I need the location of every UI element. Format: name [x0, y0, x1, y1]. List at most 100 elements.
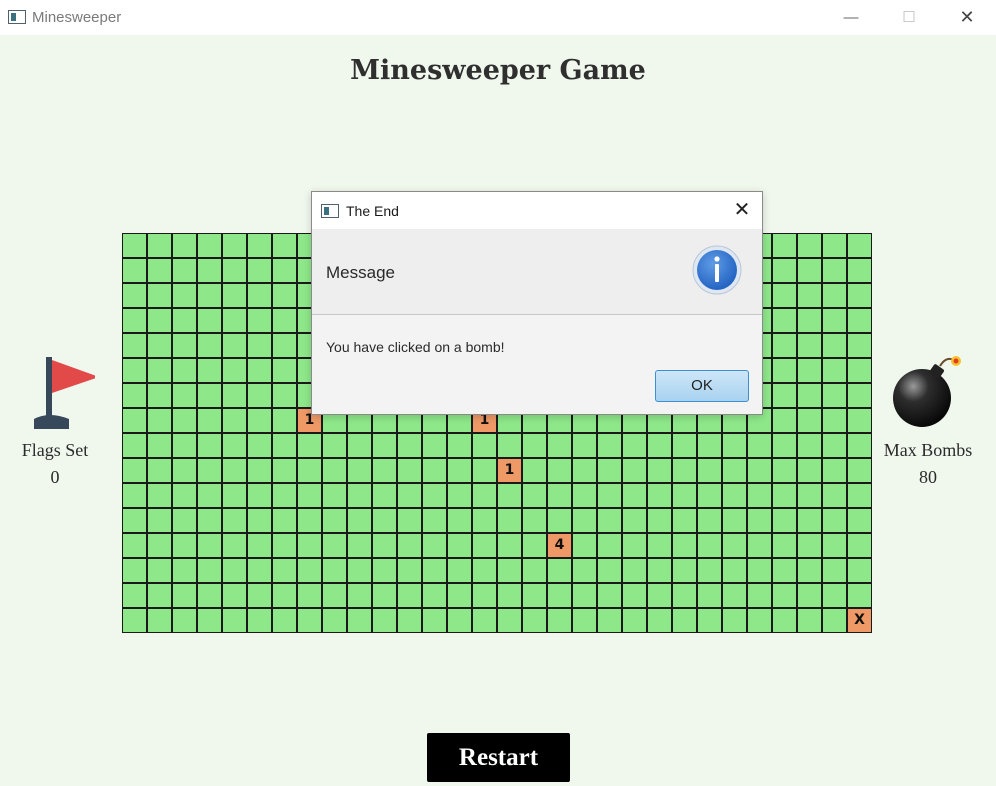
grid-cell[interactable] [772, 383, 797, 408]
grid-cell[interactable] [147, 408, 172, 433]
grid-cell[interactable] [847, 333, 872, 358]
grid-cell[interactable] [847, 483, 872, 508]
grid-cell[interactable] [122, 508, 147, 533]
grid-cell[interactable] [647, 608, 672, 633]
grid-cell[interactable] [272, 308, 297, 333]
grid-cell[interactable] [847, 558, 872, 583]
grid-cell[interactable] [347, 508, 372, 533]
grid-cell[interactable] [122, 433, 147, 458]
grid-cell[interactable] [797, 258, 822, 283]
grid-cell[interactable] [447, 483, 472, 508]
grid-cell[interactable] [722, 483, 747, 508]
grid-cell[interactable] [822, 583, 847, 608]
grid-cell[interactable] [247, 558, 272, 583]
grid-cell[interactable] [247, 458, 272, 483]
grid-cell[interactable] [222, 358, 247, 383]
grid-cell[interactable] [547, 583, 572, 608]
revealed-cell[interactable]: X [847, 608, 872, 633]
grid-cell[interactable] [847, 433, 872, 458]
grid-cell[interactable] [247, 233, 272, 258]
grid-cell[interactable] [572, 533, 597, 558]
grid-cell[interactable] [697, 533, 722, 558]
grid-cell[interactable] [847, 383, 872, 408]
grid-cell[interactable] [697, 483, 722, 508]
grid-cell[interactable] [197, 408, 222, 433]
revealed-cell[interactable]: 4 [547, 533, 572, 558]
grid-cell[interactable] [272, 333, 297, 358]
grid-cell[interactable] [122, 408, 147, 433]
grid-cell[interactable] [847, 508, 872, 533]
ok-button[interactable]: OK [655, 370, 749, 402]
grid-cell[interactable] [122, 383, 147, 408]
grid-cell[interactable] [197, 458, 222, 483]
grid-cell[interactable] [147, 258, 172, 283]
grid-cell[interactable] [322, 458, 347, 483]
grid-cell[interactable] [597, 583, 622, 608]
grid-cell[interactable] [572, 558, 597, 583]
grid-cell[interactable] [247, 608, 272, 633]
grid-cell[interactable] [172, 483, 197, 508]
grid-cell[interactable] [797, 308, 822, 333]
grid-cell[interactable] [347, 608, 372, 633]
grid-cell[interactable] [247, 283, 272, 308]
minimize-button[interactable]: — [822, 0, 880, 35]
grid-cell[interactable] [372, 458, 397, 483]
grid-cell[interactable] [772, 458, 797, 483]
grid-cell[interactable] [247, 308, 272, 333]
grid-cell[interactable] [722, 608, 747, 633]
grid-cell[interactable] [372, 558, 397, 583]
grid-cell[interactable] [797, 383, 822, 408]
grid-cell[interactable] [472, 558, 497, 583]
maximize-button[interactable]: ☐ [880, 0, 938, 35]
grid-cell[interactable] [322, 558, 347, 583]
grid-cell[interactable] [672, 608, 697, 633]
grid-cell[interactable] [222, 258, 247, 283]
grid-cell[interactable] [197, 433, 222, 458]
grid-cell[interactable] [447, 433, 472, 458]
grid-cell[interactable] [697, 608, 722, 633]
grid-cell[interactable] [722, 558, 747, 583]
grid-cell[interactable] [222, 483, 247, 508]
grid-cell[interactable] [772, 508, 797, 533]
grid-cell[interactable] [222, 608, 247, 633]
grid-cell[interactable] [372, 508, 397, 533]
grid-cell[interactable] [122, 483, 147, 508]
grid-cell[interactable] [147, 508, 172, 533]
grid-cell[interactable] [497, 608, 522, 633]
grid-cell[interactable] [697, 458, 722, 483]
grid-cell[interactable] [147, 608, 172, 633]
grid-cell[interactable] [172, 533, 197, 558]
grid-cell[interactable] [572, 608, 597, 633]
grid-cell[interactable] [622, 458, 647, 483]
revealed-cell[interactable]: 1 [497, 458, 522, 483]
grid-cell[interactable] [472, 533, 497, 558]
grid-cell[interactable] [597, 558, 622, 583]
grid-cell[interactable] [422, 433, 447, 458]
grid-cell[interactable] [147, 533, 172, 558]
grid-cell[interactable] [772, 233, 797, 258]
grid-cell[interactable] [497, 558, 522, 583]
grid-cell[interactable] [322, 533, 347, 558]
grid-cell[interactable] [197, 558, 222, 583]
grid-cell[interactable] [297, 458, 322, 483]
grid-cell[interactable] [247, 583, 272, 608]
grid-cell[interactable] [847, 408, 872, 433]
grid-cell[interactable] [372, 608, 397, 633]
grid-cell[interactable] [197, 233, 222, 258]
grid-cell[interactable] [322, 608, 347, 633]
grid-cell[interactable] [497, 483, 522, 508]
grid-cell[interactable] [422, 558, 447, 583]
grid-cell[interactable] [647, 508, 672, 533]
grid-cell[interactable] [822, 533, 847, 558]
grid-cell[interactable] [147, 458, 172, 483]
grid-cell[interactable] [122, 308, 147, 333]
grid-cell[interactable] [247, 408, 272, 433]
grid-cell[interactable] [822, 558, 847, 583]
grid-cell[interactable] [147, 283, 172, 308]
grid-cell[interactable] [522, 558, 547, 583]
grid-cell[interactable] [197, 608, 222, 633]
grid-cell[interactable] [222, 583, 247, 608]
grid-cell[interactable] [847, 583, 872, 608]
grid-cell[interactable] [747, 558, 772, 583]
grid-cell[interactable] [197, 283, 222, 308]
